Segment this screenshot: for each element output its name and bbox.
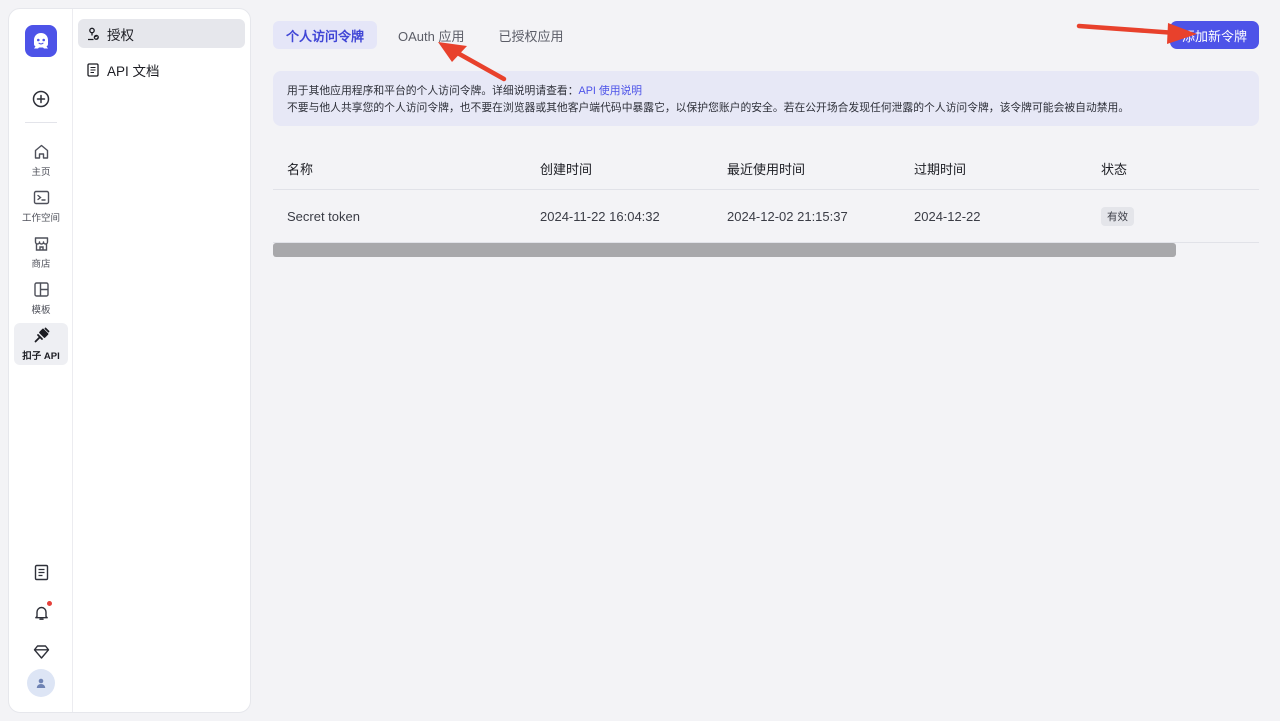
tab-bar: 个人访问令牌 OAuth 应用 已授权应用 — [273, 21, 585, 49]
add-new-token-button[interactable]: 添加新令牌 — [1170, 21, 1259, 49]
create-button[interactable] — [28, 86, 54, 112]
notification-dot — [46, 600, 53, 607]
table-row[interactable]: Secret token 2024-11-22 16:04:32 2024-12… — [273, 190, 1259, 243]
document-icon — [34, 564, 48, 580]
logo-ghost-icon — [34, 33, 48, 49]
notice-text-1: 用于其他应用程序和平台的个人访问令牌。详细说明请查看： — [287, 85, 579, 97]
api-usage-link[interactable]: API 使用说明 — [579, 85, 643, 97]
header-expires[interactable]: 过期时间 — [914, 159, 1101, 178]
cell-name: Secret token — [287, 208, 360, 224]
header-last-used[interactable]: 最近使用时间 — [727, 159, 914, 178]
horizontal-scrollbar[interactable] — [273, 243, 1176, 257]
tab-oauth-apps[interactable]: OAuth 应用 — [385, 21, 477, 49]
api-plug-icon — [32, 326, 50, 344]
header-created[interactable]: 创建时间 — [540, 159, 727, 178]
nav-home-label: 主页 — [31, 167, 51, 178]
app-logo[interactable] — [25, 25, 57, 57]
tab-authorized-apps[interactable]: 已授权应用 — [485, 21, 576, 49]
cell-expires: 2024-12-22 — [914, 208, 981, 224]
sidebar-item-authorization[interactable]: 授权 — [78, 19, 245, 48]
header-name[interactable]: 名称 — [273, 159, 540, 178]
home-icon — [32, 142, 50, 160]
main-content: 个人访问令牌 OAuth 应用 已授权应用 添加新令牌 用于其他应用程序和平台的… — [273, 0, 1259, 721]
sidebar-item-authorization-label: 授权 — [107, 27, 134, 43]
tab-personal-access-tokens[interactable]: 个人访问令牌 — [273, 21, 378, 49]
diamond-icon — [33, 644, 49, 659]
status-badge: 有效 — [1101, 206, 1134, 226]
notice-line-2: 不要与他人共享您的个人访问令牌，也不要在浏览器或其他客户端代码中暴露它，以保护您… — [287, 102, 1130, 114]
table-header: 名称 创建时间 最近使用时间 过期时间 状态 — [273, 147, 1259, 190]
cell-status: 有效 — [1101, 206, 1259, 226]
nav-templates[interactable]: 模板 — [14, 277, 68, 319]
nav-templates-label: 模板 — [31, 305, 51, 316]
premium-button[interactable] — [28, 638, 54, 664]
template-icon — [32, 280, 50, 298]
docs-button[interactable] — [28, 559, 54, 585]
cell-created: 2024-11-22 16:04:32 — [540, 208, 660, 224]
left-shell: 主页 工作空间 商店 模板 扣子 API 授权 API 文档 — [8, 8, 251, 713]
avatar[interactable] — [27, 669, 55, 697]
nav-store[interactable]: 商店 — [14, 231, 68, 273]
nav-workspace-label: 工作空间 — [21, 213, 60, 224]
header-status[interactable]: 状态 — [1101, 159, 1259, 178]
plus-circle-icon — [32, 90, 50, 108]
nav-api[interactable]: 扣子 API — [14, 323, 68, 365]
nav-workspace[interactable]: 工作空间 — [14, 185, 68, 227]
icon-rail: 主页 工作空间 商店 模板 扣子 API — [9, 9, 73, 712]
nav-home[interactable]: 主页 — [14, 139, 68, 181]
avatar-icon — [36, 678, 46, 688]
rail-divider — [25, 122, 57, 123]
doc-icon — [86, 62, 100, 77]
notifications-button[interactable] — [28, 599, 54, 625]
nav-api-label: 扣子 API — [22, 351, 60, 362]
authorization-icon — [86, 27, 100, 41]
terminal-icon — [32, 188, 50, 206]
secondary-sidebar: 授权 API 文档 — [73, 9, 250, 712]
notice-line-1: 用于其他应用程序和平台的个人访问令牌。详细说明请查看：API 使用说明 — [287, 83, 1245, 100]
info-notice: 用于其他应用程序和平台的个人访问令牌。详细说明请查看：API 使用说明 不要与他… — [273, 71, 1259, 126]
store-icon — [32, 234, 50, 252]
tokens-table: 名称 创建时间 最近使用时间 过期时间 状态 Secret token 2024… — [273, 147, 1259, 243]
sidebar-item-api-docs[interactable]: API 文档 — [78, 55, 245, 84]
sidebar-item-api-docs-label: API 文档 — [107, 63, 160, 79]
cell-last-used: 2024-12-02 21:15:37 — [727, 208, 848, 224]
nav-store-label: 商店 — [31, 259, 51, 270]
